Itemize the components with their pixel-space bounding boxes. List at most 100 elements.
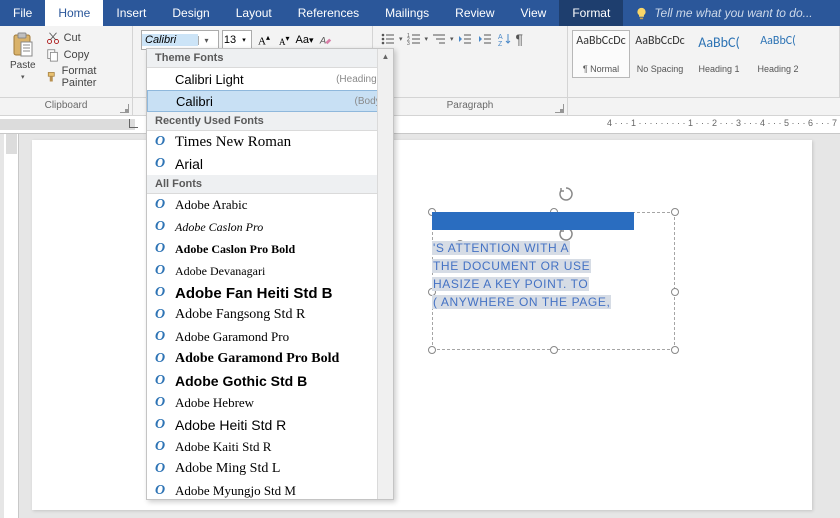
font-option[interactable]: OAdobe Fan Heiti Std B [147,282,393,304]
font-option[interactable]: OAdobe Ming Std L [147,458,393,480]
dialog-launcher-icon[interactable] [120,104,129,113]
group-clipboard: Paste ▾ Cut Copy Format Painter [0,26,133,97]
caption-paragraph: Paragraph [373,98,568,115]
tab-references[interactable]: References [285,0,372,26]
ribbon: File Home Insert Design Layout Reference… [0,0,840,26]
paste-button[interactable]: Paste ▾ [6,30,40,90]
chevron-down-icon[interactable]: ▾ [237,36,251,44]
font-option[interactable]: OArial [147,153,393,175]
style-normal[interactable]: AaBbCcDc ¶ Normal [572,30,630,78]
dialog-launcher-icon[interactable] [555,104,564,113]
opentype-icon: O [155,329,171,345]
document-workspace: 'S ATTENTION WITH A THE DOCUMENT OR USE … [0,134,840,518]
font-dropdown[interactable]: ▲ Theme Fonts Calibri Light(Headings)Cal… [146,48,394,500]
tab-design[interactable]: Design [159,0,222,26]
tab-view[interactable]: View [508,0,560,26]
chevron-down-icon[interactable]: ▾ [198,36,214,45]
multilevel-list-button[interactable] [430,30,448,48]
style-no-spacing[interactable]: AaBbCcDc No Spacing [631,30,689,78]
tab-file[interactable]: File [0,0,45,26]
resize-handle[interactable] [550,346,558,354]
font-option[interactable]: OAdobe Kaiti Std R [147,436,393,458]
group-captions: Clipboard Paragraph [0,98,840,116]
font-option[interactable]: OAdobe Gothic Std B [147,370,393,392]
font-dd-all-header: All Fonts [147,175,393,194]
tab-format[interactable]: Format [559,0,623,26]
opentype-icon: O [155,219,171,235]
shrink-font-button[interactable]: A▾ [276,32,293,49]
cut-button[interactable]: Cut [44,30,126,46]
chevron-down-icon: ▾ [21,73,25,81]
textbox-content[interactable]: 'S ATTENTION WITH A THE DOCUMENT OR USE … [432,240,646,312]
font-option[interactable]: OAdobe Hebrew [147,392,393,414]
copy-icon [46,48,60,62]
change-case-button[interactable]: Aa▾ [295,34,313,46]
opentype-icon: O [155,461,171,477]
font-option[interactable]: OAdobe Arabic [147,194,393,216]
font-option[interactable]: OAdobe Heiti Std R [147,414,393,436]
group-styles: AaBbCcDc ¶ Normal AaBbCcDc No Spacing Aa… [568,26,840,97]
tell-me-search[interactable]: Tell me what you want to do... [623,0,840,26]
opentype-icon: O [155,241,171,257]
vertical-ruler[interactable] [4,134,19,518]
numbering-button[interactable]: 123 [405,30,423,48]
font-option[interactable]: OAdobe Caslon Pro Bold [147,238,393,260]
tab-home[interactable]: Home [45,0,103,26]
format-painter-button[interactable]: Format Painter [44,64,126,90]
rotate-handle-icon[interactable] [558,186,574,202]
opentype-icon: O [155,439,171,455]
opentype-icon: O [155,351,171,367]
tab-review[interactable]: Review [442,0,507,26]
style-heading-2[interactable]: AaBbC( Heading 2 [749,30,807,78]
opentype-icon: O [155,373,171,389]
font-option[interactable]: OAdobe Garamond Pro [147,326,393,348]
font-option[interactable]: OTimes New Roman [147,131,393,153]
ribbon-toolbar: Paste ▾ Cut Copy Format Painter [0,26,840,98]
scissors-icon [46,31,60,45]
font-name-combo[interactable]: ▾ [141,30,219,50]
resize-handle[interactable] [671,288,679,296]
resize-handle[interactable] [671,346,679,354]
resize-handle[interactable] [671,208,679,216]
svg-text:3: 3 [407,41,410,47]
svg-text:Z: Z [498,41,503,47]
font-option[interactable]: OAdobe Caslon Pro [147,216,393,238]
paintbrush-icon [46,70,58,84]
scroll-up-button[interactable]: ▲ [378,49,393,65]
decrease-indent-button[interactable] [456,30,474,48]
font-option[interactable]: OAdobe Myungjo Std M [147,480,393,500]
font-option[interactable]: OAdobe Fangsong Std R [147,304,393,326]
clear-formatting-button[interactable]: A [317,32,334,49]
scrollbar[interactable]: ▲ [377,49,393,499]
group-paragraph: ▾ 123 ▾ ▾ AZ ¶ [373,26,568,97]
font-option[interactable]: Calibri(Body) [147,90,393,112]
style-heading-1[interactable]: AaBbC( Heading 1 [690,30,748,78]
font-size-combo[interactable]: 13 ▾ [222,30,252,50]
font-dd-theme-header: Theme Fonts [147,49,393,68]
opentype-icon: O [155,307,171,323]
bullets-button[interactable] [379,30,397,48]
opentype-icon: O [155,417,171,433]
clipboard-icon [12,32,34,58]
svg-text:A: A [318,35,325,45]
tab-mailings[interactable]: Mailings [372,0,442,26]
svg-text:A: A [498,34,503,41]
grow-font-button[interactable]: A▴ [255,31,273,50]
font-name-input[interactable] [142,34,198,46]
font-option[interactable]: OAdobe Devanagari [147,260,393,282]
tab-insert[interactable]: Insert [103,0,159,26]
font-option[interactable]: OAdobe Garamond Pro Bold [147,348,393,370]
tab-layout[interactable]: Layout [223,0,285,26]
font-option[interactable]: Calibri Light(Headings) [147,68,393,90]
resize-handle[interactable] [428,346,436,354]
increase-indent-button[interactable] [476,30,494,48]
selected-textbox[interactable]: 'S ATTENTION WITH A THE DOCUMENT OR USE … [432,198,700,378]
opentype-icon: O [155,156,171,172]
opentype-icon: O [155,263,171,279]
sort-button[interactable]: AZ [496,30,514,48]
horizontal-ruler[interactable]: L 4 · · · 1 · · · · · · · · · 1 · · · 2 … [0,116,840,134]
show-paragraph-marks-button[interactable]: ¶ [516,31,524,47]
copy-button[interactable]: Copy [44,47,126,63]
lightbulb-icon [635,7,648,20]
opentype-icon: O [155,285,171,301]
